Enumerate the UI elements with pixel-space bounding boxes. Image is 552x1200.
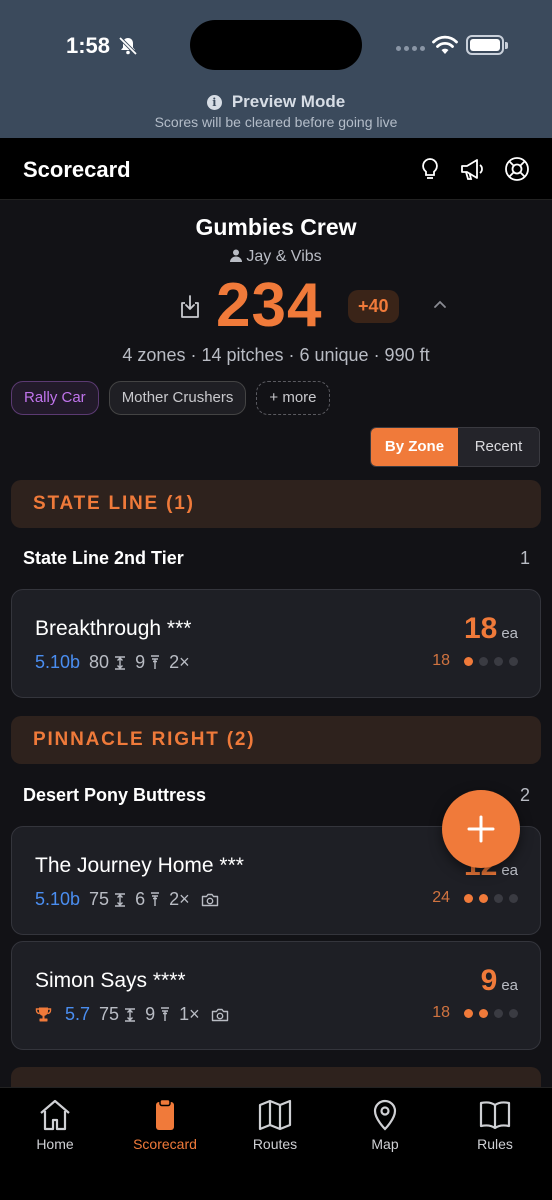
progress-dot [509,656,518,666]
route-grade: 5.7 [65,1004,91,1024]
route-length: 75 [89,889,110,909]
zone-header-partial[interactable] [11,1067,541,1089]
route-laps: 2× [169,889,190,909]
route-bolts: 9 [145,1004,156,1024]
route-laps: 1× [179,1004,200,1024]
tab-bar: Home Scorecard Routes Map Rules [0,1087,552,1200]
progress-dot [479,893,488,903]
add-ascent-button[interactable] [442,790,520,868]
more-tags-button[interactable]: + more [256,381,330,415]
team-members: Jay & Vibs [0,248,552,266]
plus-icon [467,815,495,843]
progress-dot [479,656,488,666]
bolt-icon [151,892,160,906]
route-length: 75 [99,1004,120,1024]
progress-dot [494,1008,503,1018]
route-name: Breakthrough *** [35,617,192,640]
total-score: 234 [216,271,323,340]
map-fold-icon [258,1099,292,1131]
route-card[interactable]: Simon Says **** 5.7 75 9 1× 9 ea 18 [11,941,541,1050]
progress-dot [479,1008,488,1018]
cellular-signal-icon [396,46,425,51]
bolt-icon [151,655,160,669]
route-laps: 2× [169,652,190,672]
tab-routes[interactable]: Routes [220,1098,330,1152]
area-row: State Line 2nd Tier 1 [23,548,530,568]
progress-dot [464,893,473,903]
zone-header[interactable]: PINNACLE RIGHT (2) [11,716,541,764]
tab-map[interactable]: Map [330,1098,440,1152]
score-row: 234 +40 [0,270,552,340]
route-bolts: 9 [135,652,146,672]
lifebuoy-icon[interactable] [503,155,531,183]
height-icon [115,892,126,907]
progress-dot [464,656,473,666]
download-icon[interactable] [178,294,202,320]
area-count: 1 [519,548,530,568]
route-length: 80 [89,652,110,672]
tag-chip[interactable]: Rally Car [11,381,99,415]
home-icon [40,1099,70,1131]
wifi-icon [432,35,458,54]
height-icon [115,655,126,670]
trophy-icon [35,1007,52,1022]
book-icon [479,1101,511,1130]
bell-off-icon [118,36,138,56]
route-total: 18 [432,652,518,670]
progress-dot [494,656,503,666]
route-total: 18 [432,1004,518,1022]
lightbulb-icon[interactable] [416,155,444,183]
route-bolts: 6 [135,889,146,909]
view-toggle: By Zone Recent [370,427,540,467]
route-grade: 5.10b [35,889,81,909]
route-meta: 5.10b 75 6 2× [35,889,219,910]
route-meta: 5.7 75 9 1× [35,1004,229,1025]
app-header: Scorecard [0,138,552,200]
tab-home[interactable]: Home [0,1098,110,1152]
team-tags: Rally Car Mother Crushers + more [11,381,330,415]
preview-banner: 1:58 i Preview Mode Scores will be cleare… [0,0,552,138]
preview-mode-subtitle: Scores will be cleared before going live [154,114,398,130]
megaphone-icon[interactable] [458,155,486,183]
progress-dot [509,1008,518,1018]
clipboard-icon [156,1098,174,1130]
info-icon: i [206,95,222,110]
page-title: Scorecard [23,157,131,182]
progress-dot [464,1008,473,1018]
route-card[interactable]: Breakthrough *** 5.10b 80 9 2× 18 ea 18 [11,589,541,698]
route-name: Simon Says **** [35,969,186,992]
route-points: 18 ea [463,612,518,645]
map-pin-icon [373,1099,397,1131]
progress-dot [509,893,518,903]
height-icon [125,1007,136,1022]
area-count: 2 [519,785,530,805]
bolt-icon [161,1007,170,1021]
score-delta-badge: +40 [348,290,399,323]
status-time: 1:58 [66,33,111,58]
toggle-recent[interactable]: Recent [457,428,539,466]
tab-rules[interactable]: Rules [440,1098,550,1152]
preview-mode-title: i Preview Mode [0,92,552,112]
battery-icon [466,35,508,55]
tab-scorecard[interactable]: Scorecard [110,1098,220,1152]
route-meta: 5.10b 80 9 2× [35,652,190,673]
toggle-by-zone[interactable]: By Zone [371,428,458,466]
route-grade: 5.10b [35,652,81,672]
route-name: The Journey Home *** [35,854,244,877]
team-stats: 4 zones · 14 pitches · 6 unique · 990 ft [122,345,430,365]
chevron-up-icon[interactable] [432,298,448,310]
tag-chip[interactable]: Mother Crushers [108,381,247,415]
team-name: Gumbies Crew [195,214,357,240]
route-total: 24 [432,889,518,907]
camera-icon [201,893,218,906]
camera-icon [211,1008,228,1021]
dynamic-island [190,20,362,70]
progress-dot [494,893,503,903]
zone-header[interactable]: STATE LINE (1) [11,480,541,528]
route-points: 9 ea [480,964,518,997]
person-icon [230,249,243,262]
